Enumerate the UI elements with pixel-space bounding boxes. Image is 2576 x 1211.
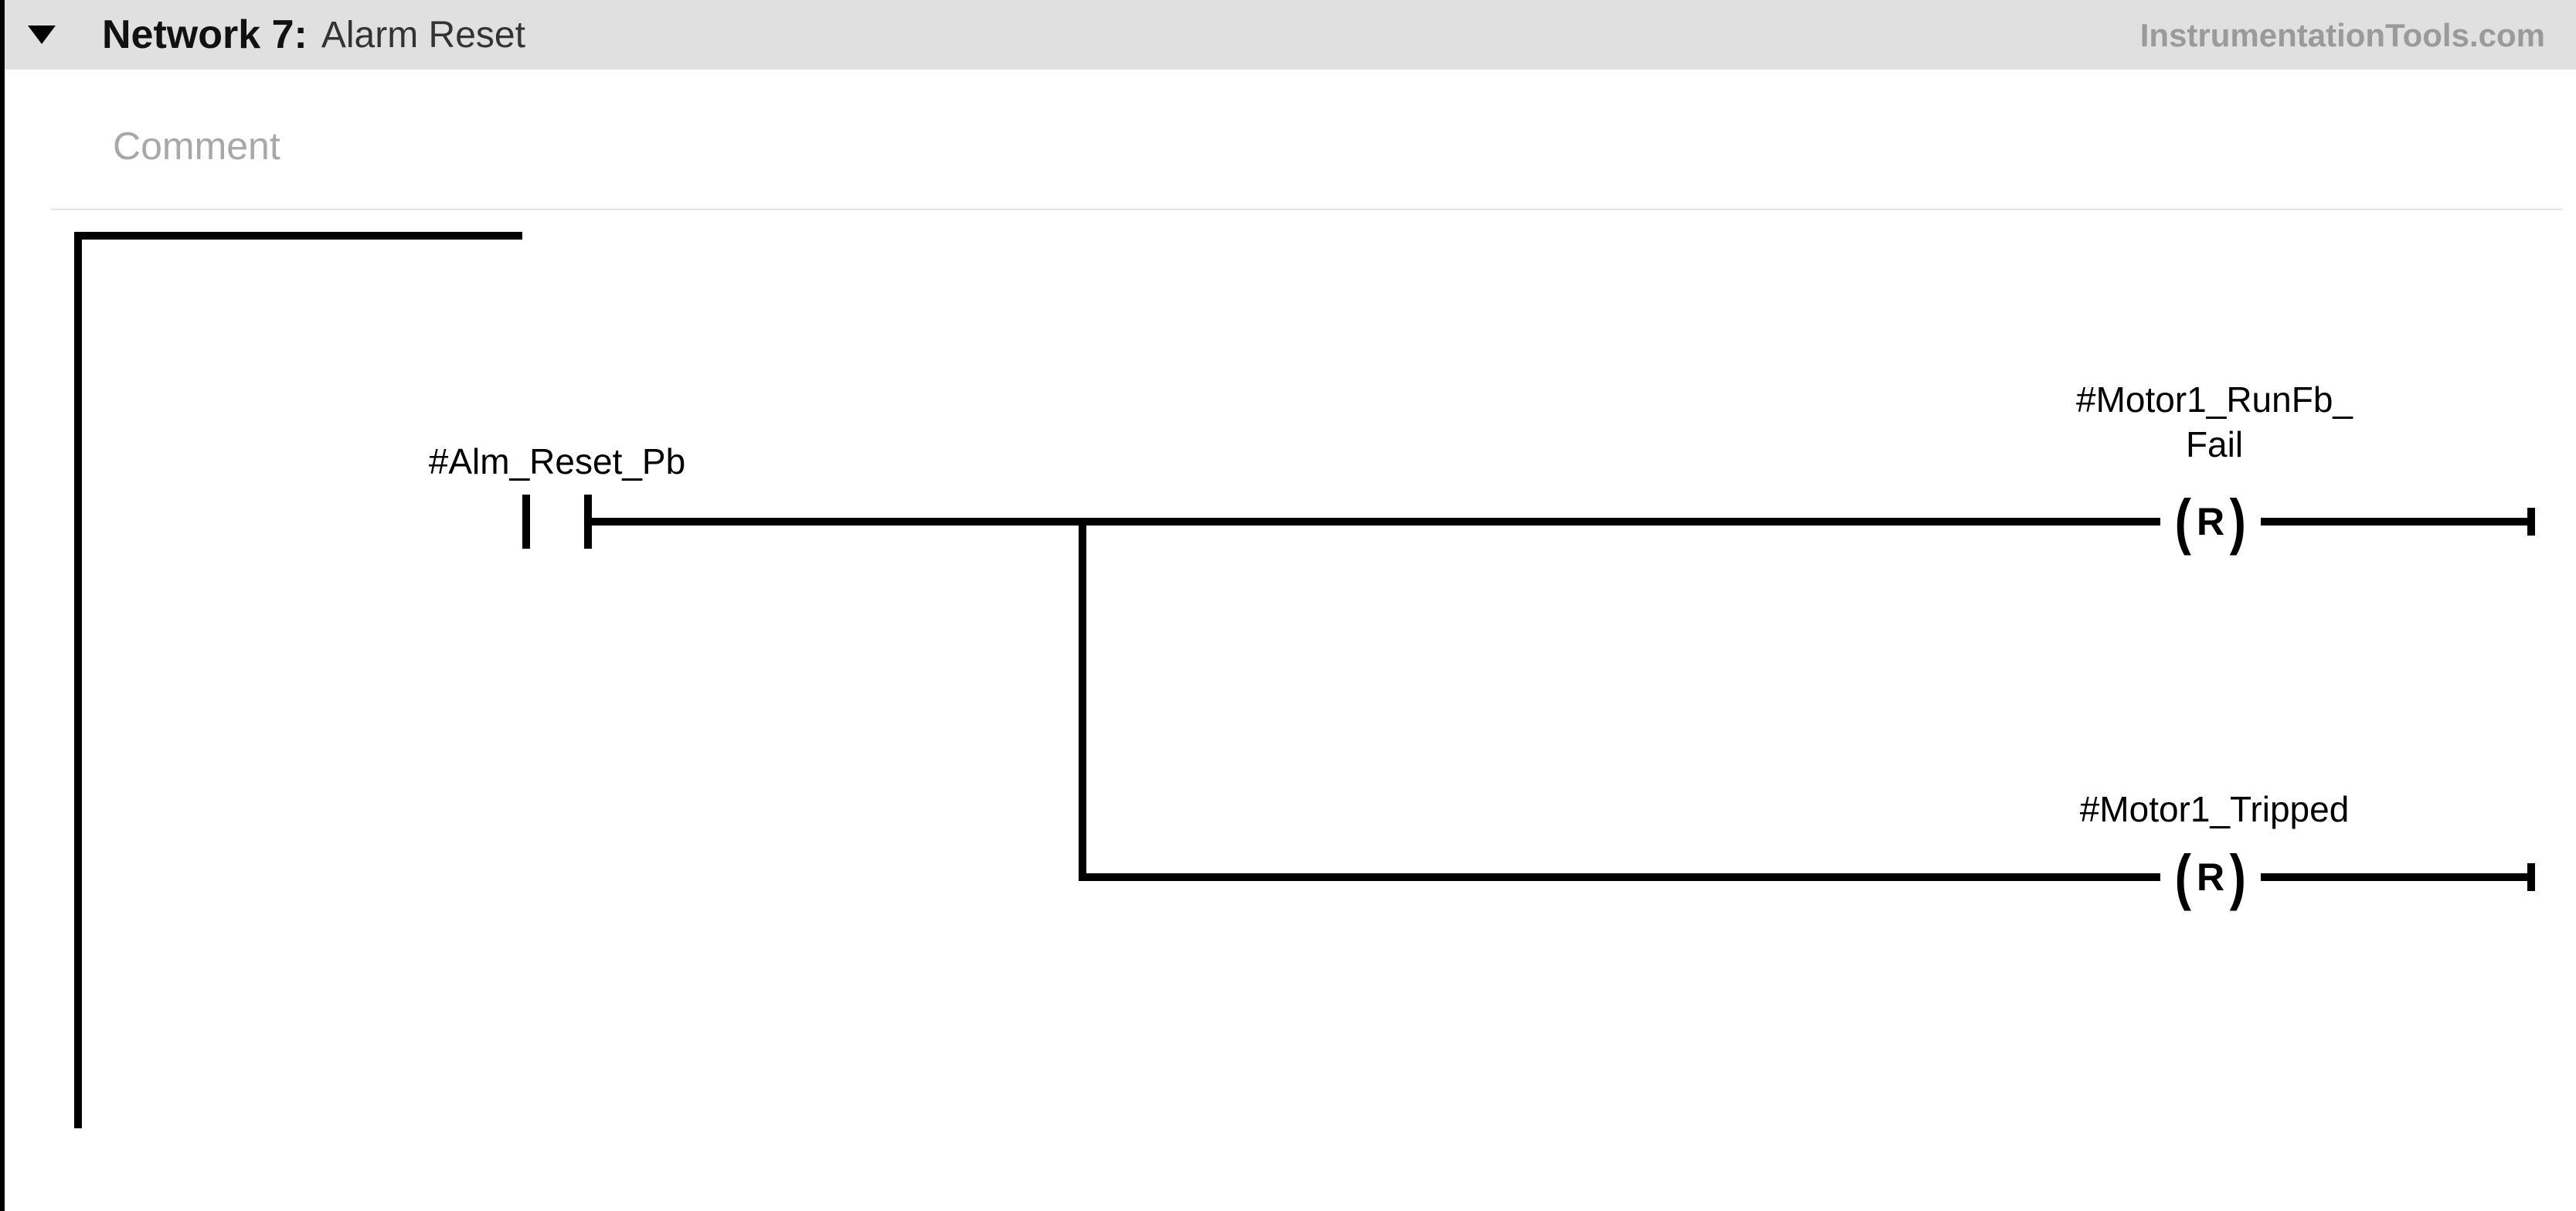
- wire-end-tick: [2527, 508, 2535, 536]
- coil-type: R: [2197, 499, 2224, 544]
- network-title[interactable]: Alarm Reset: [321, 14, 525, 56]
- wire: [1079, 873, 2160, 881]
- coil-type: R: [2197, 855, 2224, 900]
- wire: [1079, 518, 2160, 526]
- coil-paren-icon: (: [2175, 846, 2191, 908]
- wire: [1079, 518, 1086, 881]
- network-header[interactable]: Network 7: Alarm Reset InstrumentationTo…: [5, 0, 2576, 70]
- watermark-text: InstrumentationTools.com: [2140, 17, 2545, 54]
- comment-divider: [51, 209, 2562, 210]
- wire: [2261, 518, 2531, 526]
- contact-bar: [522, 495, 530, 549]
- wire: [592, 518, 1086, 526]
- left-power-rail: [74, 232, 82, 1128]
- coil-paren-icon: ): [2230, 491, 2246, 553]
- wire: [74, 232, 522, 240]
- coil-paren-icon: ): [2230, 846, 2246, 908]
- coil-paren-icon: (: [2175, 491, 2191, 553]
- reset-coil[interactable]: ( R ): [2160, 491, 2261, 553]
- plc-network-editor: Network 7: Alarm Reset InstrumentationTo…: [0, 0, 2576, 1211]
- network-number: Network 7:: [102, 12, 308, 58]
- coil-tag-line1[interactable]: #Motor1_RunFb_: [2006, 379, 2423, 420]
- contact-bar: [584, 495, 592, 549]
- coil-tag-line1[interactable]: #Motor1_Tripped: [2006, 788, 2423, 830]
- reset-coil[interactable]: ( R ): [2160, 846, 2261, 908]
- contact-tag[interactable]: #Alm_Reset_Pb: [391, 441, 723, 482]
- wire-end-tick: [2527, 863, 2535, 891]
- no-contact[interactable]: [522, 495, 592, 549]
- collapse-triangle-icon[interactable]: [28, 26, 56, 44]
- coil-tag-line2[interactable]: Fail: [2006, 424, 2423, 465]
- ladder-rung-area[interactable]: #Alm_Reset_Pb ( R ) #Motor1_RunFb_ Fail …: [74, 232, 2547, 1128]
- comment-field[interactable]: Comment: [113, 124, 280, 168]
- wire: [2261, 873, 2531, 881]
